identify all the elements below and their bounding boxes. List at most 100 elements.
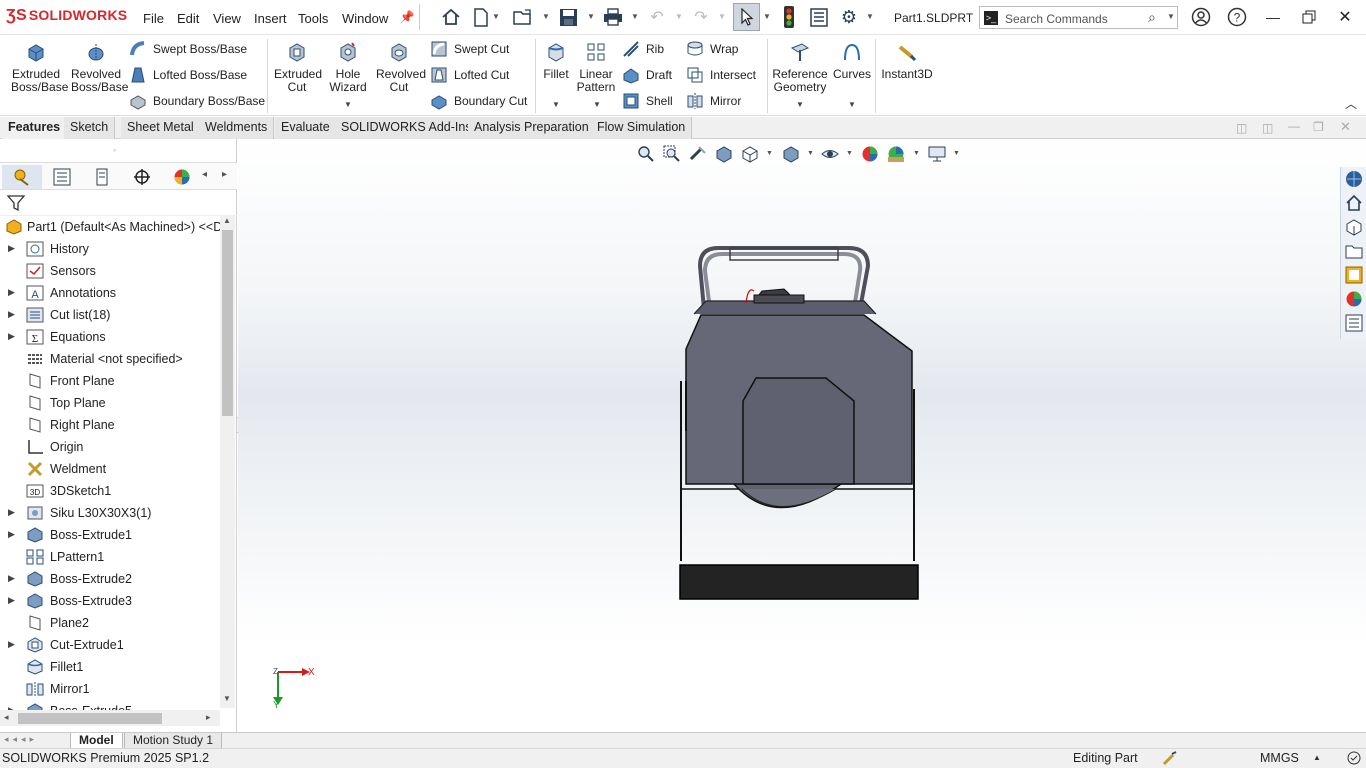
tab-scroll-right-icon[interactable]: ▸: [222, 169, 227, 180]
close-window-icon[interactable]: ✕: [1334, 6, 1356, 28]
home-icon[interactable]: [440, 6, 462, 28]
extruded-boss-button[interactable]: Extruded Boss/Base: [6, 42, 68, 94]
linear-pattern-button[interactable]: Linear Pattern: [574, 42, 618, 94]
previous-view-icon[interactable]: [688, 144, 708, 164]
tab-weldments[interactable]: Weldments: [199, 117, 275, 139]
pin-icon[interactable]: 📌: [396, 6, 418, 28]
rebuild-status-icon[interactable]: [1162, 751, 1177, 768]
appearances-scenes-icon[interactable]: [1344, 289, 1364, 309]
tree-item[interactable]: Front Plane: [0, 370, 220, 392]
swept-cut-button[interactable]: Swept Cut: [430, 39, 509, 59]
property-manager-tab-icon[interactable]: [42, 165, 82, 189]
new-dropdown-icon[interactable]: ▼: [492, 12, 500, 21]
edit-appearance-icon[interactable]: [860, 144, 880, 164]
instant3d-button[interactable]: Instant3D: [878, 42, 936, 81]
menu-view[interactable]: View: [213, 11, 241, 26]
collapse-ribbon-icon[interactable]: ︿: [1345, 95, 1357, 112]
expand-arrow-icon[interactable]: ▶: [8, 529, 15, 540]
print-icon[interactable]: [602, 6, 624, 28]
menu-window[interactable]: Window: [342, 11, 388, 26]
menu-insert[interactable]: Insert: [254, 11, 287, 26]
configuration-manager-tab-icon[interactable]: [82, 165, 122, 189]
tree-hscroll-thumb[interactable]: [18, 713, 162, 724]
tree-item[interactable]: ▶ Σ Equations: [0, 326, 220, 348]
tile-left-icon[interactable]: ◫: [1236, 121, 1247, 135]
revolved-cut-button[interactable]: Revolved Cut: [372, 42, 426, 94]
feature-manager-tab-icon[interactable]: [2, 165, 42, 189]
solidworks-resources-icon[interactable]: [1344, 169, 1364, 189]
customize-status-bar-icon[interactable]: [1347, 751, 1361, 768]
search-dropdown-icon[interactable]: ▼: [1167, 12, 1175, 21]
help-icon[interactable]: ?: [1226, 6, 1248, 28]
save-icon[interactable]: [557, 6, 579, 28]
tree-item[interactable]: Sensors: [0, 260, 220, 282]
part-model-render[interactable]: [676, 241, 926, 606]
apply-scene-icon[interactable]: [886, 144, 906, 164]
expand-arrow-icon[interactable]: ▶: [8, 595, 15, 606]
file-explorer-icon[interactable]: [1344, 241, 1364, 261]
design-library-icon[interactable]: [1344, 217, 1364, 237]
scroll-left-icon[interactable]: ◂: [4, 712, 9, 723]
tree-item[interactable]: ▶ Siku L30X30X3(1): [0, 502, 220, 524]
scroll-right-icon[interactable]: ▸: [206, 712, 211, 723]
view-palette-icon[interactable]: [1344, 265, 1364, 285]
display-style-icon[interactable]: [781, 144, 801, 164]
select-cursor-icon[interactable]: [733, 3, 760, 31]
tab-motion-study-1[interactable]: Motion Study 1: [124, 733, 223, 749]
search-icon[interactable]: ⌕: [1148, 9, 1156, 26]
view-orientation-dropdown-icon[interactable]: ▼: [766, 150, 773, 157]
tab-features[interactable]: Features: [2, 117, 67, 139]
boundary-cut-button[interactable]: Boundary Cut: [430, 91, 527, 111]
swept-boss-button[interactable]: Swept Boss/Base: [129, 39, 247, 59]
tree-item[interactable]: ▶ Boss-Extrude2: [0, 568, 220, 590]
expand-arrow-icon[interactable]: ▶: [8, 243, 15, 254]
tree-item[interactable]: Origin: [0, 436, 220, 458]
tree-item[interactable]: ▶ A Annotations: [0, 282, 220, 304]
zoom-to-area-icon[interactable]: [662, 144, 682, 164]
display-style-dropdown-icon[interactable]: ▼: [807, 150, 814, 157]
section-view-icon[interactable]: [714, 144, 734, 164]
restore-window-icon[interactable]: [1298, 6, 1320, 28]
tree-vertical-scrollbar[interactable]: ▲ ▼: [220, 216, 235, 708]
menu-file[interactable]: File: [143, 11, 164, 26]
solidworks-logo[interactable]: ƷS SOLIDWORKS: [6, 7, 127, 25]
curves-button[interactable]: Curves: [832, 42, 872, 81]
expand-arrow-icon[interactable]: ▶: [8, 331, 15, 342]
tab-navigation-arrows[interactable]: ◂◂◂▸: [4, 734, 38, 745]
save-dropdown-icon[interactable]: ▼: [587, 12, 595, 21]
draft-button[interactable]: Draft: [622, 65, 672, 85]
tab-analysis-preparation[interactable]: Analysis Preparation: [468, 117, 596, 139]
mirror-button[interactable]: Mirror: [686, 91, 741, 111]
boundary-boss-button[interactable]: Boundary Boss/Base: [129, 91, 265, 111]
revolved-boss-button[interactable]: Revolved Boss/Base: [66, 42, 128, 94]
options-dropdown-icon[interactable]: ▼: [866, 12, 874, 21]
reference-geometry-dropdown-icon[interactable]: ▼: [796, 100, 804, 109]
tree-item[interactable]: ▶ Cut list(18): [0, 304, 220, 326]
fillet-button[interactable]: Fillet: [538, 42, 574, 81]
pattern-dropdown-icon[interactable]: ▼: [593, 100, 601, 109]
panel-grip-icon[interactable]: ◦: [113, 145, 116, 155]
tree-item[interactable]: LPattern1: [0, 546, 220, 568]
expand-arrow-icon[interactable]: ▶: [8, 287, 15, 298]
tree-item[interactable]: Material <not specified>: [0, 348, 220, 370]
home-pane-icon[interactable]: [1344, 193, 1364, 213]
unit-system-dropdown-icon[interactable]: ▲: [1313, 753, 1321, 762]
expand-arrow-icon[interactable]: ▶: [8, 309, 15, 320]
tree-item[interactable]: ▶ Cut-Extrude1: [0, 634, 220, 656]
unit-system[interactable]: MMGS: [1260, 751, 1299, 765]
expand-arrow-icon[interactable]: ▶: [8, 639, 15, 650]
hide-show-items-icon[interactable]: [820, 144, 840, 164]
tree-item[interactable]: Fillet1: [0, 656, 220, 678]
redo-dropdown-icon[interactable]: ▼: [718, 12, 726, 21]
tree-root-part[interactable]: Part1 (Default<As Machined>) <<De: [0, 216, 229, 238]
open-folder-icon[interactable]: [512, 6, 534, 28]
fillet-dropdown-icon[interactable]: ▼: [552, 100, 560, 109]
search-commands-box[interactable]: >_ Search Commands ⌕ ▼: [979, 6, 1178, 29]
tree-horizontal-scrollbar[interactable]: ◂ ▸: [0, 710, 220, 726]
doc-minimize-icon[interactable]: —: [1288, 119, 1300, 133]
zoom-to-fit-icon[interactable]: [636, 144, 656, 164]
hide-show-dropdown-icon[interactable]: ▼: [846, 150, 853, 157]
tree-item[interactable]: 3D 3DSketch1: [0, 480, 220, 502]
new-document-icon[interactable]: [470, 6, 492, 28]
select-dropdown-icon[interactable]: ▼: [763, 12, 771, 21]
